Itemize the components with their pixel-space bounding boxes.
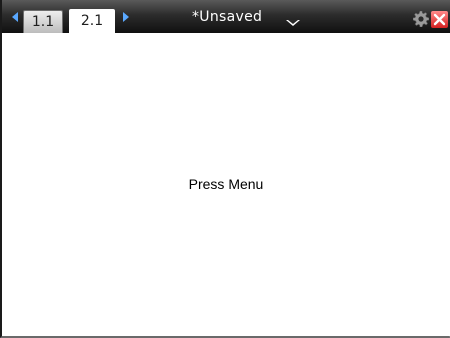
tab-page-1-1[interactable]: 1.1: [23, 10, 63, 33]
gear-icon[interactable]: [412, 10, 430, 28]
tab-label: 1.1: [31, 14, 55, 30]
document-title[interactable]: *Unsaved: [192, 9, 262, 25]
document-window: 1.1 2.1 *Unsaved Press Menu: [0, 0, 450, 338]
close-icon[interactable]: [431, 11, 448, 28]
press-menu-hint: Press Menu: [188, 176, 264, 192]
top-toolbar: 1.1 2.1 *Unsaved: [2, 0, 450, 34]
dropdown-triangle-icon[interactable]: [286, 20, 300, 26]
chevron-left-icon[interactable]: [12, 12, 18, 22]
tab-label: 2.1: [80, 13, 104, 29]
chevron-right-icon[interactable]: [123, 12, 129, 22]
page-canvas[interactable]: Press Menu: [2, 33, 450, 336]
tab-page-2-1[interactable]: 2.1: [69, 9, 115, 34]
